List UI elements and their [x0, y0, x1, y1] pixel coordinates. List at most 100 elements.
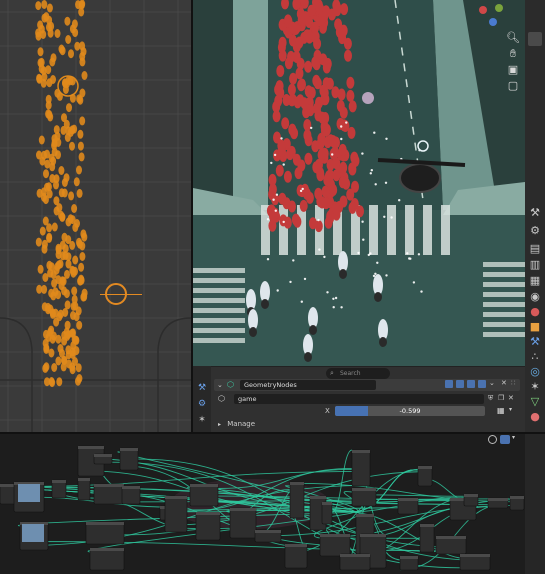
crowd-agent-wireframe — [41, 244, 48, 254]
spark-particle — [289, 280, 292, 284]
spark-particle — [266, 258, 270, 261]
modifier-dropdown-icon[interactable]: ⌄ — [489, 379, 495, 387]
crowd-agent-red — [278, 192, 287, 205]
manage-panel-toggle[interactable]: ▸ Manage — [218, 419, 255, 430]
crowd-agent-red — [303, 119, 312, 131]
tool-icon[interactable]: ⚒ — [528, 206, 542, 220]
crowd-agent-wireframe — [81, 288, 88, 298]
crowd-agent-wireframe — [42, 273, 49, 282]
object-icon[interactable]: ■ — [528, 320, 542, 334]
physics-icon[interactable]: ◎ — [528, 365, 542, 379]
crowd-agent-wireframe — [78, 275, 85, 285]
crowd-agent-wireframe — [81, 71, 88, 80]
crowd-agent-red — [298, 78, 306, 91]
gizmo-axis-z[interactable] — [489, 18, 497, 26]
render-viewport[interactable]: 🔍︎ ✋︎ ▣ ▢ — [193, 0, 525, 366]
scene-icon[interactable]: ◉ — [528, 290, 542, 304]
node-box — [289, 481, 305, 519]
collapse-chevron-icon[interactable]: ⌄ — [217, 379, 223, 391]
crowd-agent-red — [276, 65, 285, 77]
viewport-toggle[interactable] — [467, 380, 475, 388]
crowd-agent-wireframe — [65, 126, 72, 136]
node-box — [77, 477, 91, 501]
wrench-icon[interactable]: ⚙ — [528, 224, 542, 238]
world-icon[interactable]: ● — [528, 305, 542, 319]
crowd-agent-wireframe — [79, 57, 86, 67]
hand-pan-icon[interactable]: ✋︎ — [505, 46, 521, 62]
crowd-agent-wireframe — [35, 1, 42, 11]
gizmo-axis-x[interactable] — [479, 6, 487, 14]
node-header — [52, 480, 66, 483]
crowd-agent-red — [305, 191, 314, 204]
crowd-agent-wireframe — [51, 147, 58, 157]
modifier-icon[interactable]: ⚒ — [528, 335, 542, 349]
modifier-name-field[interactable]: GeometryNodes — [240, 380, 376, 390]
spark-particle — [367, 253, 370, 257]
wrench-tab-icon[interactable]: ⚙ — [196, 398, 208, 410]
render-icon[interactable]: ▤ — [528, 242, 542, 256]
crowd-agent-wireframe — [64, 269, 70, 279]
crowd-agent-wireframe — [65, 217, 72, 227]
properties-tab-bar: ⚒ ⚙ ▤ ▥ ▦ ◉ ● ■ ⚒ ∴ ◎ ✶ ▽ ● — [525, 0, 545, 432]
particles-icon[interactable]: ∴ — [528, 350, 542, 364]
zoom-icon[interactable]: 🔍︎ — [505, 30, 521, 46]
crosswalk-stripe — [193, 338, 245, 343]
crowd-agent-red — [297, 159, 306, 172]
node-editor[interactable] — [0, 434, 525, 574]
view-layer-icon[interactable]: ▦ — [528, 274, 542, 288]
fake-user-icon[interactable]: ⛨ — [488, 394, 493, 403]
crowd-agent-red — [331, 146, 340, 159]
crosswalk-stripe — [387, 205, 396, 255]
overlay-toggle[interactable] — [488, 435, 497, 444]
edit-mode-toggle[interactable] — [445, 380, 453, 388]
crowd-agent-wireframe — [51, 363, 58, 372]
crowd-agent-red — [333, 4, 342, 17]
drag-handle-icon[interactable]: ∷ — [511, 379, 515, 387]
search-input[interactable]: ⌕ Search — [326, 368, 390, 379]
output-icon[interactable]: ▥ — [528, 258, 542, 272]
crowd-agent-red — [278, 49, 287, 62]
attribute-toggle-icon[interactable]: ▦ — [497, 406, 505, 415]
wireframe-viewport[interactable] — [0, 0, 191, 432]
modifier-remove-icon[interactable]: ✕ — [501, 379, 507, 387]
duplicate-icon[interactable]: ❐ — [498, 394, 504, 402]
node-header — [230, 508, 256, 511]
render-toggle[interactable] — [478, 380, 486, 388]
attribute-dropdown-icon[interactable]: ▾ — [509, 406, 512, 413]
crowd-agent-wireframe — [64, 320, 71, 330]
crowd-agent-wireframe — [41, 150, 47, 160]
crowd-agent-red — [311, 21, 320, 34]
camera-icon[interactable]: ▣ — [505, 62, 521, 78]
crowd-agent-wireframe — [43, 343, 50, 353]
overlay-dropdown[interactable] — [500, 435, 510, 444]
agent-shadow — [379, 337, 387, 347]
unlink-icon[interactable]: ✕ — [508, 394, 514, 402]
constraints-icon[interactable]: ✶ — [528, 380, 542, 394]
spark-particle — [361, 220, 364, 223]
gizmo-axis-y[interactable] — [495, 4, 503, 12]
node-header — [120, 448, 138, 451]
crowd-agent-wireframe — [48, 262, 55, 272]
crowd-agent-wireframe — [56, 377, 63, 387]
constraint-tab-icon[interactable]: ✶ — [196, 414, 208, 426]
crowd-agent-wireframe — [40, 187, 47, 197]
cage-toggle[interactable] — [456, 380, 464, 388]
lock-icon[interactable]: ▢ — [505, 78, 521, 94]
node-box — [164, 495, 188, 533]
modifier-tab-icon[interactable]: ⚒ — [196, 382, 208, 394]
menu-icon[interactable] — [528, 32, 542, 46]
data-icon[interactable]: ▽ — [528, 395, 542, 409]
node-box — [89, 547, 125, 571]
crowd-agent-red — [321, 185, 330, 198]
crowd-agent-wireframe — [70, 328, 76, 338]
viewport-gizmo[interactable] — [475, 2, 515, 30]
crowd-agent-wireframe — [73, 177, 80, 187]
crowd-agent-wireframe — [74, 219, 80, 228]
crowd-agent-red — [290, 127, 299, 140]
crowd-agent-wireframe — [59, 276, 66, 286]
crowd-agent-wireframe — [76, 188, 83, 198]
node-group-field[interactable]: game — [234, 394, 484, 404]
overlay-caret[interactable]: ▾ — [512, 434, 515, 441]
x-value-slider[interactable]: -0.599 — [335, 406, 485, 416]
material-icon[interactable]: ● — [528, 410, 542, 424]
